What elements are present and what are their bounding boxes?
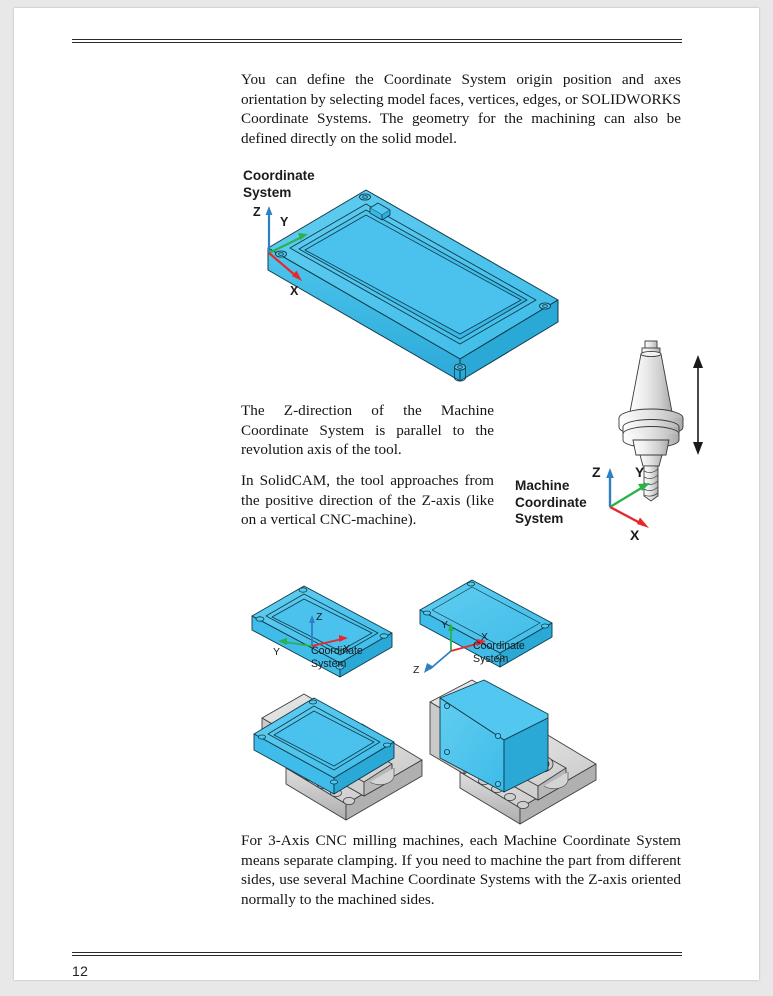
paragraph-tool-approach: In SolidCAM, the tool approaches from th… <box>241 472 494 529</box>
axis-label-x: X <box>630 527 640 543</box>
paragraph-intro: You can define the Coordinate System ori… <box>241 71 681 147</box>
figure-isometric-pocket-plate: Z Y X <box>238 178 568 383</box>
callout-coordinate-system-fig2: Coordinate System <box>473 640 525 665</box>
revolution-axis-arrow <box>693 355 703 455</box>
header-rule <box>72 39 682 44</box>
axis-label-x: X <box>290 284 299 298</box>
figure-machine-coordinate-axes: Z Y X <box>580 460 680 543</box>
page-number: 12 <box>72 963 89 979</box>
axis-label-y: Y <box>441 619 448 631</box>
axis-label-z: Z <box>413 664 420 676</box>
callout-coordinate-system-fig1: Coordinate System <box>311 645 363 670</box>
axis-label-y: Y <box>280 215 289 229</box>
axis-label-z: Z <box>316 611 323 623</box>
figure-part-clamped-pocket-up <box>242 684 427 821</box>
axis-label-z: Z <box>592 464 601 480</box>
axis-label-y: Y <box>273 646 280 658</box>
figure-part-clamped-pocket-down <box>414 679 599 825</box>
axis-label-z: Z <box>253 205 261 219</box>
document-page: You can define the Coordinate System ori… <box>14 8 759 980</box>
axis-label-y: Y <box>635 464 645 480</box>
footer-rule <box>72 952 682 957</box>
paragraph-z-direction: The Z-direction of the Machine Coordinat… <box>241 402 494 459</box>
paragraph-clamping: For 3-Axis CNC milling machines, each Ma… <box>241 832 681 908</box>
callout-machine-coordinate-system: Machine Coordinate System <box>515 478 587 526</box>
